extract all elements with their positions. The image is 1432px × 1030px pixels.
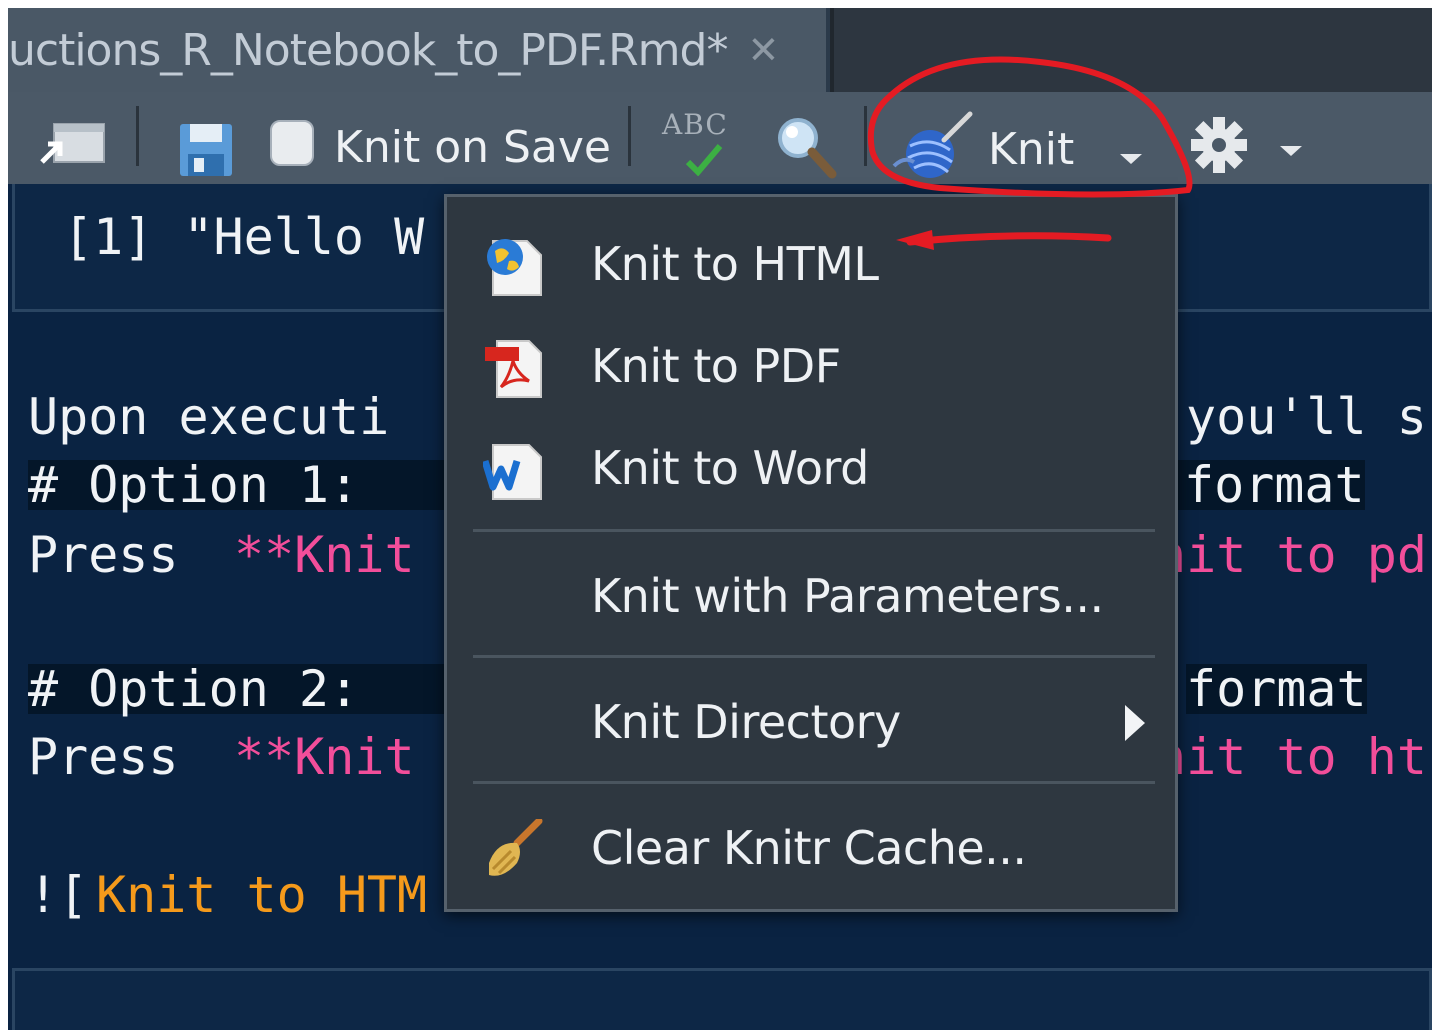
- code-line: Press: [28, 728, 209, 786]
- code-line: format: [1186, 660, 1367, 718]
- pdf-document-icon: [485, 340, 542, 398]
- code-line: you'll s: [1186, 388, 1427, 446]
- code-line: Press: [28, 526, 209, 584]
- knit-on-save-label[interactable]: Knit on Save: [334, 122, 611, 173]
- knit-button[interactable]: Knit: [890, 106, 1160, 186]
- code-line: Upon executi: [28, 388, 390, 446]
- menu-item-label: Knit with Parameters...: [591, 569, 1104, 623]
- menu-item-label: Knit to HTML: [591, 237, 879, 291]
- code-line: format: [1168, 460, 1365, 510]
- word-document-icon: [483, 444, 542, 500]
- knit-on-save-checkbox[interactable]: [270, 120, 314, 166]
- code-line: Knit to HTM: [96, 866, 428, 924]
- tab-title: uctions_R_Notebook_to_PDF.Rmd*: [8, 24, 728, 76]
- code-line: nit to pd: [1156, 526, 1427, 584]
- spellcheck-text: ABC: [662, 108, 728, 141]
- menu-separator: [473, 529, 1155, 532]
- save-icon[interactable]: [178, 122, 234, 178]
- menu-item-knit-to-html[interactable]: Knit to HTML: [447, 219, 1175, 309]
- spellcheck-button[interactable]: ABC: [662, 108, 742, 178]
- code-line: **Knit: [234, 526, 415, 584]
- knit-label: Knit: [988, 124, 1075, 175]
- chevron-down-icon[interactable]: [1280, 146, 1302, 156]
- code-line: # Option 2:: [28, 664, 448, 714]
- chevron-right-icon: [1125, 705, 1145, 741]
- search-icon[interactable]: [774, 114, 838, 180]
- menu-item-knit-to-pdf[interactable]: Knit to PDF: [447, 321, 1175, 411]
- close-icon[interactable]: ✕: [747, 28, 779, 73]
- check-icon: [685, 144, 723, 176]
- editor-tab-bar: uctions_R_Notebook_to_PDF.Rmd* ✕: [8, 8, 1432, 92]
- show-in-new-window-icon[interactable]: [38, 118, 108, 168]
- chevron-down-icon[interactable]: [1120, 154, 1142, 164]
- toolbar-separator: [864, 106, 867, 166]
- menu-separator: [473, 655, 1155, 658]
- code-line: # Option 1:: [28, 460, 448, 510]
- menu-item-clear-knitr-cache[interactable]: Clear Knitr Cache...: [447, 803, 1175, 893]
- gear-icon[interactable]: [1190, 116, 1248, 174]
- code-line: nit to ht: [1156, 728, 1427, 786]
- toolbar-separator: [628, 106, 631, 166]
- output-line: [1] "Hello W: [63, 208, 425, 266]
- toolbar-separator: [136, 106, 139, 166]
- code-line: **Knit: [234, 728, 415, 786]
- menu-item-knit-to-word[interactable]: Knit to Word: [447, 423, 1175, 513]
- tab-strip-empty: [830, 8, 1432, 92]
- editor-tab[interactable]: uctions_R_Notebook_to_PDF.Rmd* ✕: [8, 8, 826, 92]
- menu-item-label: Knit Directory: [591, 695, 901, 749]
- knit-dropdown-menu: Knit to HTML Knit to PDF Knit to Word Kn…: [444, 194, 1178, 912]
- menu-separator: [473, 781, 1155, 784]
- menu-item-label: Clear Knitr Cache...: [591, 821, 1027, 875]
- yarn-ball-icon: [892, 111, 973, 178]
- broom-icon: [489, 819, 543, 876]
- globe-page-icon: [487, 239, 542, 296]
- rstudio-window: uctions_R_Notebook_to_PDF.Rmd* ✕ Knit on…: [8, 8, 1432, 1030]
- code-line: ![: [28, 866, 89, 924]
- menu-item-label: Knit to PDF: [591, 339, 841, 393]
- menu-item-knit-with-parameters[interactable]: Knit with Parameters...: [447, 551, 1175, 641]
- chunk-output: [12, 968, 1432, 1030]
- menu-item-label: Knit to Word: [591, 441, 869, 495]
- menu-item-knit-directory[interactable]: Knit Directory: [447, 677, 1175, 767]
